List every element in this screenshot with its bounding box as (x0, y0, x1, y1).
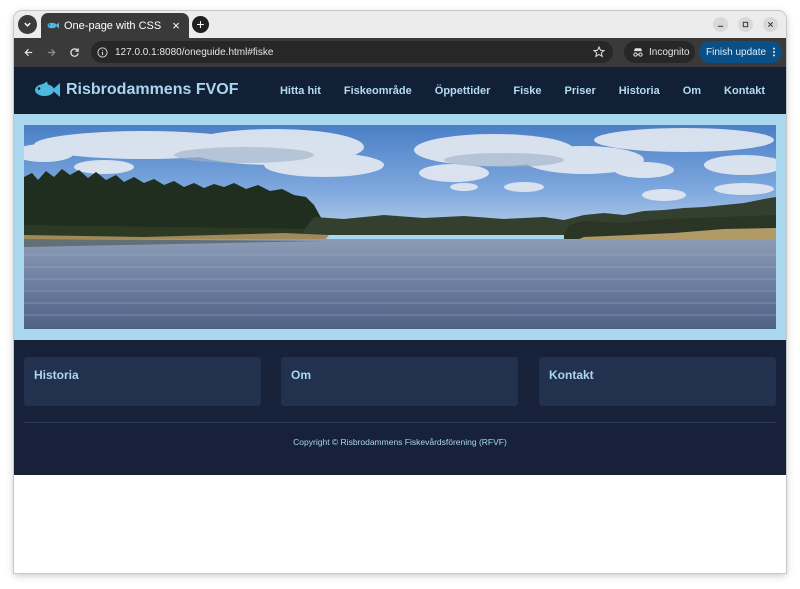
hero-banner (14, 114, 786, 340)
address-bar[interactable]: 127.0.0.1:8080/oneguide.html#fiske (91, 41, 613, 63)
nav-link-hitta-hit[interactable]: Hitta hit (280, 85, 321, 97)
maximize-button[interactable] (738, 17, 753, 32)
chevron-down-icon (24, 22, 31, 27)
site-title: Risbrodammens FVOF (66, 81, 239, 98)
minimize-button[interactable] (713, 17, 728, 32)
card-kontakt: Kontakt (539, 357, 776, 406)
nav-link-om[interactable]: Om (683, 85, 701, 97)
nav-link-fiske[interactable]: Fiske (513, 85, 541, 97)
site-logo[interactable]: Risbrodammens FVOF (34, 81, 238, 99)
finish-update-label: Finish update (706, 46, 767, 58)
card-historia: Historia (24, 357, 261, 406)
maximize-icon (742, 21, 749, 28)
tab-title: One-page with CSS (64, 19, 162, 32)
minimize-icon (717, 25, 724, 27)
close-window-button[interactable] (763, 17, 778, 32)
kebab-menu-icon (773, 47, 776, 57)
star-icon[interactable] (593, 46, 605, 58)
url-text[interactable]: 127.0.0.1:8080/oneguide.html#fiske (115, 47, 593, 58)
incognito-icon (633, 48, 643, 57)
finish-update-button[interactable]: Finish update (699, 41, 782, 63)
fish-icon (35, 81, 60, 97)
card-om: Om (281, 357, 518, 406)
info-icon[interactable] (97, 46, 108, 58)
nav-link-oppettider[interactable]: Öppettider (435, 85, 491, 97)
nav-link-kontakt[interactable]: Kontakt (724, 85, 765, 97)
copyright-text: Copyright © Risbrodammens Fiskevårdsföre… (293, 437, 507, 447)
card-title: Historia (34, 368, 79, 382)
nav-link-historia[interactable]: Historia (619, 85, 660, 97)
content-section: Historia Om Kontakt Copyright © Risbroda… (14, 340, 786, 475)
tab-search-button[interactable] (18, 15, 37, 34)
site-nav: Hitta hit Fiskeområde Öppettider Fiske P… (257, 67, 765, 114)
new-tab-button[interactable]: + (192, 16, 209, 33)
fish-icon (47, 22, 59, 29)
hero-lake-image (24, 125, 776, 329)
incognito-indicator[interactable]: Incognito (624, 41, 695, 63)
tab-close-button[interactable]: × (169, 18, 183, 33)
reload-button[interactable] (65, 43, 84, 62)
card-title: Om (291, 368, 312, 382)
nav-link-priser[interactable]: Priser (565, 85, 596, 97)
reload-icon (70, 48, 79, 57)
arrow-right-icon (47, 48, 56, 57)
browser-window: One-page with CSS × + 127.0.0.1:8080/one… (14, 11, 786, 573)
incognito-label: Incognito (649, 46, 690, 58)
site-header: Risbrodammens FVOF Hitta hit Fiskeområde… (14, 67, 786, 114)
tab-strip: One-page with CSS × + (14, 11, 786, 38)
close-icon (767, 21, 774, 28)
browser-toolbar: 127.0.0.1:8080/oneguide.html#fiske Incog… (14, 38, 786, 67)
nav-link-fiskeomrade[interactable]: Fiskeområde (344, 85, 412, 97)
footer-divider (24, 422, 776, 423)
card-title: Kontakt (549, 368, 594, 382)
arrow-left-icon (24, 48, 33, 57)
back-button[interactable] (19, 43, 38, 62)
page-viewport: Risbrodammens FVOF Hitta hit Fiskeområde… (14, 67, 786, 573)
tab-active[interactable]: One-page with CSS × (41, 13, 189, 38)
forward-button[interactable] (42, 43, 61, 62)
